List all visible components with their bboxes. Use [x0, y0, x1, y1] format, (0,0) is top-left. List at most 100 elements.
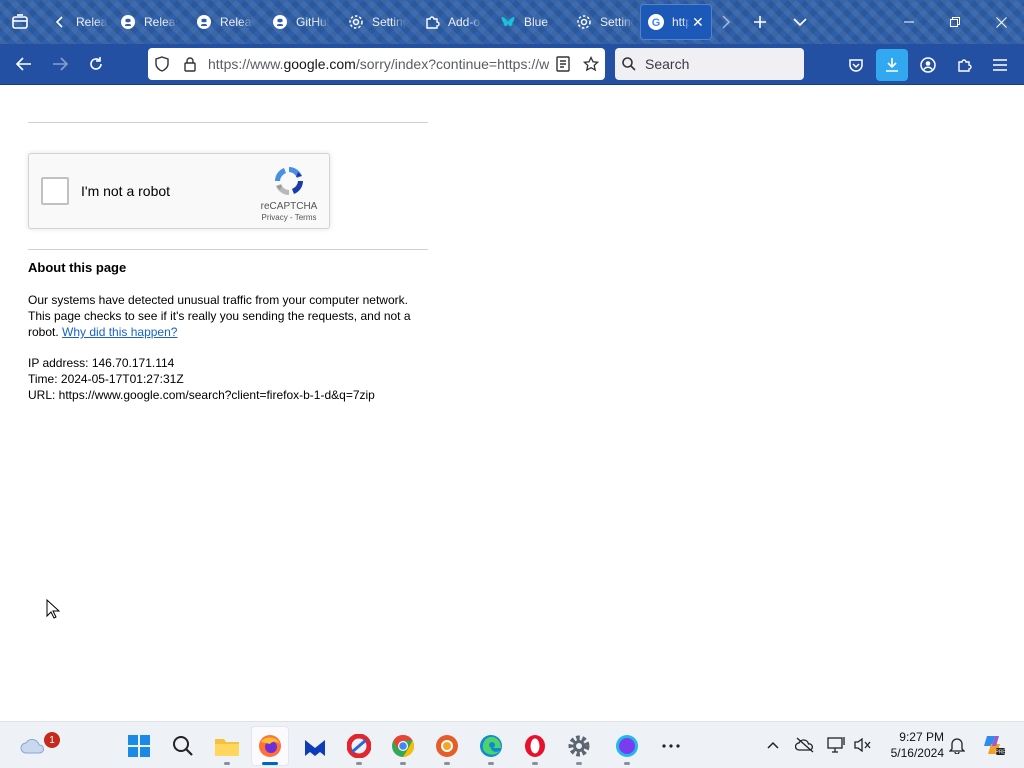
puzzle-icon — [958, 58, 972, 72]
tracking-protection-icon[interactable] — [148, 48, 176, 80]
why-did-this-happen-link[interactable]: Why did this happen? — [62, 325, 177, 339]
url-text[interactable]: https://www.google.com/sorry/index?conti… — [204, 56, 549, 72]
clock-time: 9:27 PM — [899, 730, 944, 744]
minimize-icon — [904, 21, 914, 23]
recaptcha-brand: reCAPTCHA — [260, 201, 318, 212]
network-tray[interactable] — [826, 734, 848, 756]
pocket-button[interactable] — [838, 49, 874, 81]
bookmark-star-icon[interactable] — [577, 48, 605, 80]
running-indicator — [262, 762, 278, 765]
taskbar-file-explorer[interactable] — [208, 726, 246, 766]
downloads-button[interactable] — [876, 48, 908, 81]
tab-releases-2[interactable]: Releases — [108, 4, 184, 40]
arrow-left-icon — [16, 57, 31, 71]
scroll-tabs-right-button[interactable] — [712, 0, 740, 44]
taskbar-opera[interactable] — [516, 726, 554, 766]
mouse-cursor-icon — [46, 599, 60, 619]
tab-label: Releases — [76, 15, 108, 29]
close-window-button[interactable] — [978, 0, 1024, 44]
tab-add-ons[interactable]: Add-ons — [412, 4, 488, 40]
navigation-toolbar: https://www.google.com/sorry/index?conti… — [0, 44, 1024, 85]
running-indicator — [400, 762, 406, 765]
tab-label: GitHub — [296, 15, 330, 29]
notifications-button[interactable] — [946, 734, 968, 756]
clock-date: 5/16/2024 — [890, 746, 944, 760]
url-domain: google.com — [283, 56, 356, 72]
folder-icon — [215, 739, 239, 756]
chevron-down-icon — [793, 18, 807, 27]
weather-widget[interactable]: 1 — [14, 726, 60, 766]
running-indicator — [576, 762, 582, 765]
reader-view-icon[interactable] — [549, 48, 577, 80]
tab-label: Blue — [524, 15, 549, 29]
show-hidden-icons-button[interactable] — [762, 734, 784, 756]
taskbar-chrome[interactable] — [384, 726, 422, 766]
tab-label: Releases — [144, 15, 178, 29]
volume-tray[interactable] — [852, 734, 874, 756]
close-icon — [995, 16, 1007, 28]
copilot-button[interactable]: PRE — [980, 734, 1006, 756]
taskbar-firefox[interactable] — [251, 726, 289, 766]
running-indicator — [624, 762, 630, 765]
tab-releases-1[interactable]: Releases — [40, 4, 108, 40]
taskbar-firefox-nightly[interactable] — [608, 726, 646, 766]
ip-address-line: IP address: 146.70.171.114 — [28, 356, 175, 370]
reload-button[interactable] — [78, 48, 114, 80]
tab-blue[interactable]: Blue — [488, 4, 564, 40]
tab-releases-3[interactable]: Releases — [184, 4, 260, 40]
hamburger-menu-icon — [993, 58, 1007, 71]
chevron-right-icon — [722, 15, 731, 29]
tab-label: Add-ons — [448, 15, 482, 29]
ccleaner-icon — [347, 734, 371, 758]
close-tab-icon[interactable]: ✕ — [692, 14, 704, 31]
start-button[interactable] — [120, 726, 158, 766]
extensions-button[interactable] — [946, 49, 982, 81]
arrow-left-icon — [52, 14, 68, 30]
tab-settings-2[interactable]: Settings — [564, 4, 640, 40]
about-heading: About this page — [28, 260, 127, 275]
tab-github[interactable]: GitHub — [260, 4, 336, 40]
restore-button[interactable] — [932, 0, 978, 44]
download-icon — [886, 57, 898, 72]
search-icon — [173, 736, 193, 756]
tab-settings-1[interactable]: Settings — [336, 4, 412, 40]
taskbar-more-apps[interactable] — [652, 726, 690, 766]
search-bar[interactable]: Search — [615, 48, 804, 80]
taskbar: 1 9:27 PM 5/16/2024 PRE — [0, 721, 1024, 768]
chrome-icon — [392, 735, 414, 757]
copilot-icon: PRE — [984, 736, 1005, 756]
new-tab-button[interactable] — [740, 0, 780, 44]
tab-label: Settings — [600, 15, 634, 29]
taskbar-chrome-canary[interactable] — [428, 726, 466, 766]
onedrive-tray[interactable] — [794, 734, 816, 756]
taskbar-ccleaner[interactable] — [340, 726, 378, 766]
tab-google-sorry[interactable]: G https://www.google.com/sorry/index ✕ — [640, 4, 712, 40]
app-menu-button[interactable] — [982, 49, 1018, 81]
page-content: I'm not a robot reCAPTCHA Privacy - Term… — [0, 85, 1024, 721]
gear-icon — [348, 14, 364, 30]
recaptcha-label: I'm not a robot — [81, 183, 171, 199]
firefox-view-button[interactable] — [0, 0, 40, 44]
firefox-nightly-icon — [616, 735, 638, 757]
svg-text:PRE: PRE — [995, 750, 1005, 756]
url-path: /sorry/index?continue=https://www.google… — [355, 56, 549, 72]
url-bar[interactable]: https://www.google.com/sorry/index?conti… — [148, 48, 605, 80]
recaptcha-checkbox[interactable] — [41, 177, 69, 205]
divider — [28, 249, 428, 250]
system-clock[interactable]: 9:27 PM 5/16/2024 — [880, 729, 944, 761]
taskbar-settings[interactable] — [560, 726, 598, 766]
forward-button[interactable] — [42, 48, 78, 80]
recaptcha-privacy-terms-link[interactable]: Privacy - Terms — [251, 213, 327, 222]
minimize-button[interactable] — [886, 0, 932, 44]
running-indicator — [532, 762, 538, 765]
taskbar-edge[interactable] — [472, 726, 510, 766]
taskbar-search-button[interactable] — [164, 726, 202, 766]
list-all-tabs-button[interactable] — [780, 0, 820, 44]
cloud-offline-icon — [795, 737, 814, 753]
github-icon — [120, 14, 136, 30]
taskbar-malwarebytes[interactable] — [296, 726, 334, 766]
google-icon: G — [648, 14, 664, 30]
account-button[interactable] — [910, 49, 946, 81]
lock-icon[interactable] — [176, 48, 204, 80]
back-button[interactable] — [6, 48, 42, 80]
